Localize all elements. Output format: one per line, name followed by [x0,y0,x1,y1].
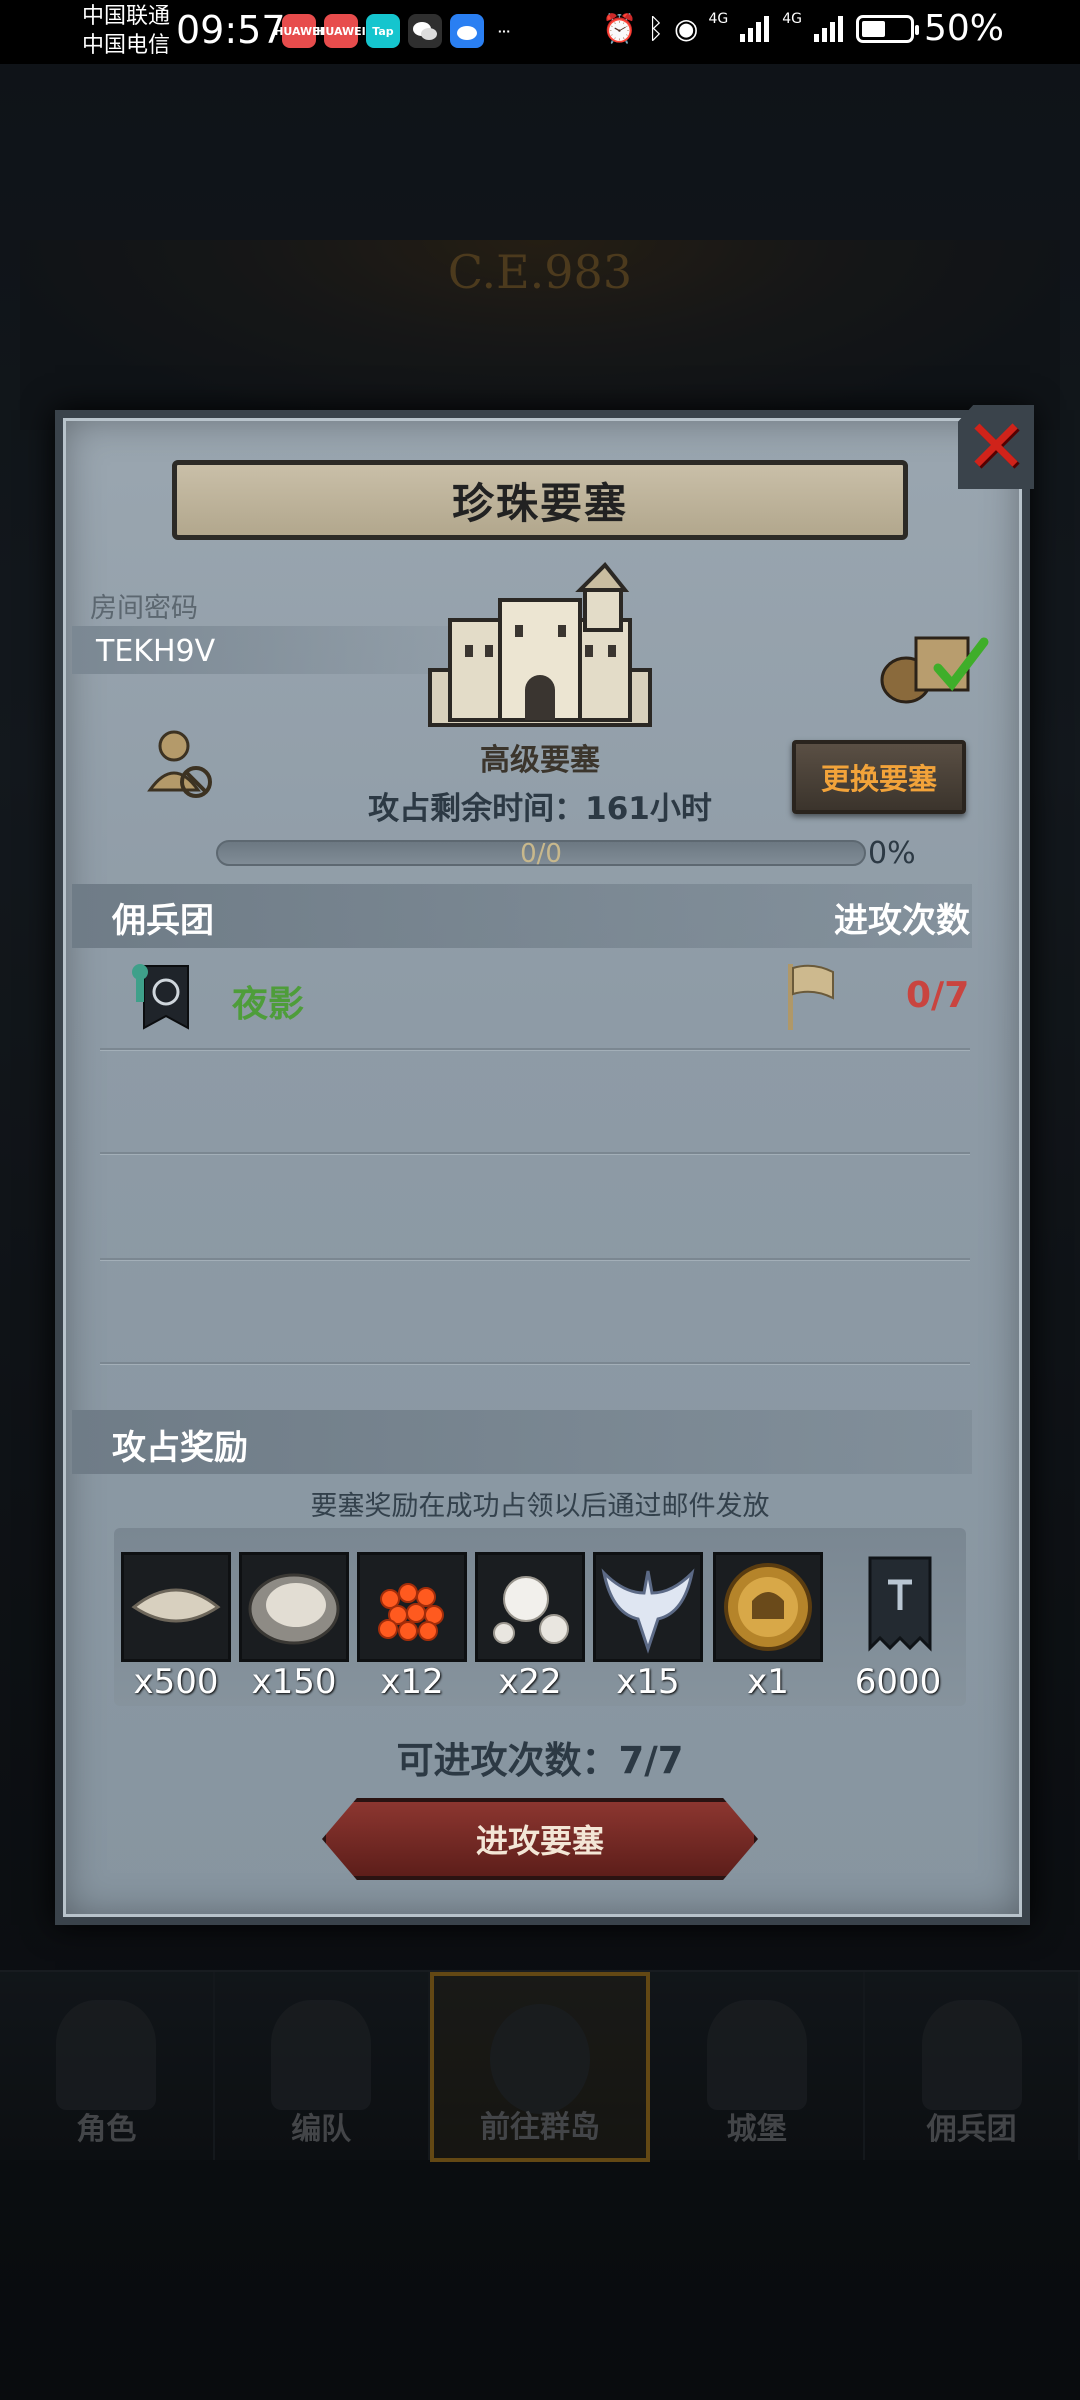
huawei-icon: HUAWEI [274,14,324,48]
reward-quantity: x15 [616,1662,680,1702]
wechat-icon [408,14,442,48]
available-attempts: 可进攻次数：7/7 [0,1730,1080,1784]
available-attempts-value: 7/7 [618,1739,684,1782]
weibo-icon [450,14,484,48]
available-attempts-label: 可进攻次数： [396,1739,619,1782]
fish-roe-icon [378,1583,444,1641]
mercenary-name[interactable]: 夜影 [232,975,304,1027]
reward-quantity: x500 [133,1662,219,1702]
fortress-icon [428,562,652,727]
notification-icons: HUAWEI HUAWEI Tap ··· [274,14,516,48]
status-bar: 中国联通 中国电信 09:57 HUAWEI HUAWEI Tap ··· ⏰ … [0,0,1080,64]
attack-fortress-label: 进攻要塞 [475,1822,604,1860]
carrier-2: 中国电信 [82,33,171,58]
carrier-info: 中国联通 中国电信 [82,2,170,60]
reward-item[interactable] [593,1552,703,1662]
reward-quantity: x22 [498,1662,562,1702]
signal-icon: 4G [708,10,729,27]
reward-item[interactable] [848,1552,958,1662]
row-divider [100,1362,970,1364]
remaining-time: 攻占剩余时间：161小时 [0,783,1080,828]
carrier-1: 中国联通 [82,4,171,29]
reward-quantity: x12 [380,1662,444,1702]
remaining-time-unit: 小时 [649,791,712,827]
battery-icon [855,14,919,43]
reward-quantity: x1 [747,1662,789,1702]
oyster-icon [248,1573,340,1645]
status-clock: 09:57 [176,8,286,52]
occupation-progress-bar: 0/0 [216,839,866,869]
flag-icon [788,964,834,1030]
remaining-time-prefix: 攻占剩余时间： [368,791,586,827]
reward-quantity: x150 [251,1662,337,1702]
attack-count-header: 进攻次数 [834,901,970,941]
reward-item[interactable] [475,1552,585,1662]
close-button[interactable]: ✕ [958,405,1034,489]
reward-header: 攻占奖励 [112,1428,248,1468]
pearl-icon [493,1576,569,1644]
more-notifications-icon: ··· [497,24,511,38]
mercenary-attack-count: 0/7 [906,975,970,1016]
close-icon: ✕ [964,404,1027,490]
battery-percent: 50% [923,8,1004,49]
signal-bars-icon [740,15,770,42]
reward-item[interactable] [713,1552,823,1662]
title-banner: 珍珠要塞 [172,460,908,540]
battery-level [861,20,885,37]
signal-icon: 4G [782,10,802,27]
signal-bars-icon [813,15,843,42]
reward-note: 要塞奖励在成功占领以后通过邮件发放 [310,1491,770,1522]
attack-fortress-button[interactable]: 进攻要塞 [322,1798,758,1880]
bluetooth-icon: ᛒ [647,12,665,45]
knight-medal-icon [724,1563,812,1651]
progress-percent: 0% [868,836,916,871]
mercenary-header: 佣兵团 [112,901,214,941]
taptap-icon: Tap [366,14,400,48]
progress-text: 0/0 [520,839,562,869]
system-indicators: ⏰ ᛒ ◉ 4G 4G 50% [602,8,1004,49]
row-divider [100,1048,970,1050]
room-password-label: 房间密码 [90,593,198,624]
row-divider [100,1152,970,1154]
oyster-shell-icon [131,1588,221,1623]
reward-item[interactable] [239,1552,349,1662]
loot-claimed-icon [880,636,989,704]
alarm-icon: ⏰ [602,12,638,45]
dialog-title: 珍珠要塞 [451,478,628,528]
reward-item[interactable] [357,1552,467,1662]
guild-banner-icon [868,1556,932,1652]
wing-emblem-icon [601,1568,695,1654]
mercenary-emblem-icon [132,964,189,1030]
huawei-icon: HUAWEI [316,14,366,48]
row-divider [100,1258,970,1260]
reward-item[interactable] [121,1552,231,1662]
remaining-time-value: 161 [585,791,650,827]
hotspot-icon: ◉ [674,12,699,45]
reward-quantity: 6000 [854,1662,942,1702]
room-code[interactable]: TEKH9V [96,634,215,669]
